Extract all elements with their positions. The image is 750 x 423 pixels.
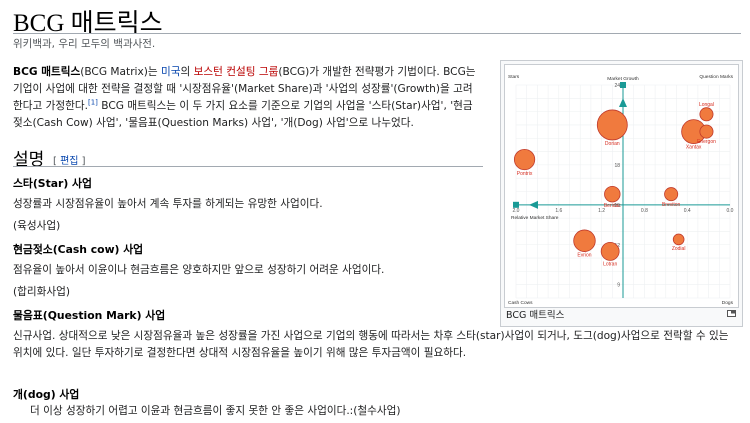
star-note: (육성사업)	[13, 220, 61, 232]
x-tick-label: 0.8	[641, 208, 648, 214]
reference-1[interactable]: [1]	[88, 98, 98, 106]
bubble	[573, 229, 596, 252]
y-tick-label: 9	[617, 283, 620, 289]
bcg-chart-image[interactable]: Stars Question Marks Cash Cows Dogs Market G…	[504, 64, 739, 308]
bubble	[699, 107, 714, 122]
question-heading: 물음표(Question Mark) 사업	[13, 309, 166, 322]
bubble	[596, 109, 628, 141]
bubble	[699, 124, 714, 139]
bubble-label: Longal	[699, 102, 714, 108]
enlarge-icon[interactable]	[727, 310, 736, 317]
y-axis-title: Market Growth	[607, 76, 639, 82]
site-tagline: 위키백과, 우리 모두의 백과사전.	[13, 38, 156, 50]
figure-caption: BCG 매트릭스	[506, 310, 565, 321]
x-tick-label: 0.4	[684, 208, 691, 214]
cow-heading: 현금젖소(Cash cow) 사업	[13, 243, 144, 256]
bubble	[672, 233, 685, 246]
star-heading: 스타(Star) 사업	[13, 177, 92, 190]
bubble	[600, 242, 620, 261]
bubble-label: Evrion	[577, 253, 591, 259]
intro-text-1: (BCG Matrix)는	[80, 66, 162, 78]
quadrant-label: Stars	[508, 74, 520, 80]
y-axis-handle	[620, 82, 626, 88]
quadrant-label: Dogs	[722, 300, 734, 306]
bubble-label: Energon	[697, 139, 716, 145]
bubble-label: Zodial	[672, 246, 686, 252]
figure-thumbnail: Stars Question Marks Cash Cows Dogs Market G…	[500, 60, 743, 327]
bubble-label: Beridac	[604, 203, 621, 209]
intro-text-2: 의	[180, 66, 194, 78]
intro-term: BCG 매트릭스	[13, 66, 81, 78]
bubble-label: Xantax	[686, 145, 702, 151]
title-divider	[13, 33, 741, 34]
y-tick-label: 24	[614, 83, 620, 89]
cow-note: (합리화사업)	[13, 286, 70, 298]
x-tick-label: 0.0	[727, 208, 734, 214]
bubble-label: Dorian	[605, 141, 620, 147]
x-axis-title: Relative Market Share	[511, 215, 559, 221]
bubble-label: Breviton	[662, 202, 681, 208]
question-text: 신규사업. 상대적으로 낮은 시장점유율과 높은 성장률을 가진 사업으로 기업…	[13, 330, 729, 359]
y-axis-arrow	[619, 98, 627, 107]
dog-heading: 개(dog) 사업	[13, 388, 80, 401]
bubble-label: Lotran	[603, 261, 617, 267]
cow-text: 점유율이 높아서 이윤이나 현금흐름은 양호하지만 앞으로 성장하기 어려운 사…	[13, 264, 385, 276]
quadrant-label: Cash Cows	[508, 300, 533, 306]
x-axis-arrow	[529, 200, 538, 209]
x-tick-label: 1.6	[555, 208, 562, 214]
link-usa[interactable]: 미국	[161, 66, 181, 78]
bubble	[604, 185, 621, 203]
bubble	[664, 187, 679, 202]
bcg-chart: Stars Question Marks Cash Cows Dogs Market G…	[508, 74, 734, 306]
bubble	[513, 148, 536, 171]
y-tick-label: 18	[614, 163, 620, 169]
section-divider	[13, 166, 483, 167]
edit-section: [ 편집 ]	[53, 152, 86, 167]
intro-paragraph: BCG 매트릭스(BCG Matrix)는 미국의 보스턴 컨설팅 그룹(BCG…	[13, 64, 481, 132]
quadrant-label: Question Marks	[699, 74, 733, 80]
bubble-label: Pontrix	[517, 171, 533, 177]
link-bcg[interactable]: 보스턴 컨설팅 그룹	[194, 66, 279, 78]
star-text: 성장률과 시장점유율이 높아서 계속 투자를 하게되는 유망한 사업이다.	[13, 198, 323, 210]
dog-text: 더 이상 성장하기 어렵고 이윤과 현금흐름이 좋지 못한 안 좋은 사업이다.…	[30, 405, 401, 417]
x-tick-label: 2.0	[513, 208, 520, 214]
